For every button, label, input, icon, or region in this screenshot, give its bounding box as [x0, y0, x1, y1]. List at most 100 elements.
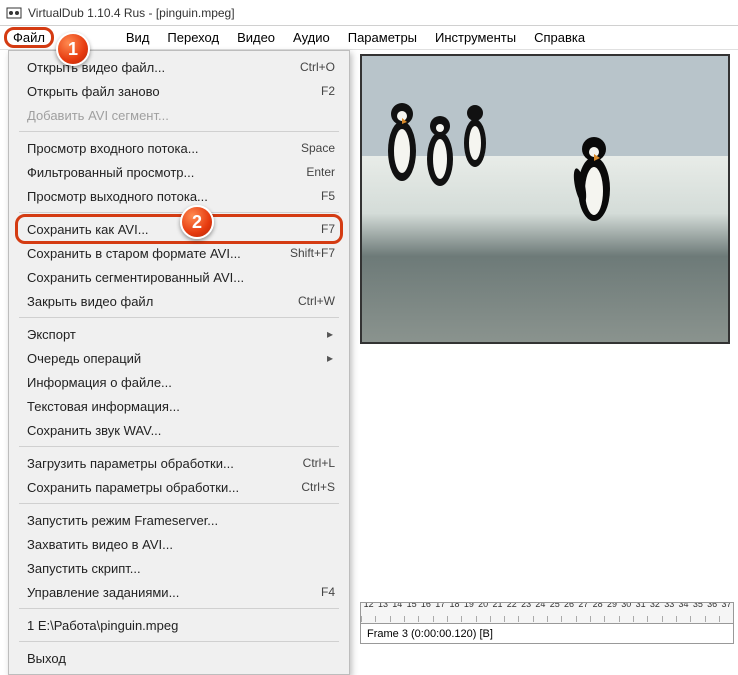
menu-tools[interactable]: Инструменты	[427, 28, 524, 47]
ruler-tick: 21	[490, 616, 504, 622]
ruler-tick: 22	[504, 616, 518, 622]
menu-item-label: Сохранить сегментированный AVI...	[27, 270, 244, 285]
ruler-tick: 20	[476, 616, 490, 622]
menu-file[interactable]: Файл	[4, 27, 54, 48]
video-output-frame	[360, 54, 730, 344]
menu-item[interactable]: Просмотр выходного потока... F5	[9, 184, 349, 208]
menu-item[interactable]: Закрыть видео файл Ctrl+W	[9, 289, 349, 313]
ruler-tick: 34	[676, 616, 690, 622]
ruler-tick: 17	[433, 616, 447, 622]
menu-video[interactable]: Видео	[229, 28, 283, 47]
menu-item-label: Информация о файле...	[27, 375, 172, 390]
menu-item[interactable]: Сохранить звук WAV...	[9, 418, 349, 442]
menu-item-shortcut: F5	[321, 189, 335, 203]
menu-item-shortcut: F7	[321, 222, 335, 236]
menu-item[interactable]: Запустить скрипт...	[9, 556, 349, 580]
menu-item[interactable]: Фильтрованный просмотр... Enter	[9, 160, 349, 184]
menu-item-label: Захватить видео в AVI...	[27, 537, 173, 552]
menu-item-shortcut: F2	[321, 84, 335, 98]
callout-2: 2	[180, 205, 214, 239]
menu-options[interactable]: Параметры	[340, 28, 425, 47]
menu-item-label: Добавить AVI сегмент...	[27, 108, 169, 123]
menu-view[interactable]: Вид	[118, 28, 158, 47]
ruler-tick: 36	[705, 616, 719, 622]
menu-item-label: Запустить режим Frameserver...	[27, 513, 218, 528]
timeline-status: Frame 3 (0:00:00.120) [B]	[360, 624, 734, 644]
ruler-tick: 12	[361, 616, 375, 622]
ruler-tick: 16	[418, 616, 432, 622]
ruler-tick: 32	[647, 616, 661, 622]
ruler-tick: 24	[533, 616, 547, 622]
menu-item-label: Закрыть видео файл	[27, 294, 153, 309]
menu-item-label: Сохранить как AVI...	[27, 222, 149, 237]
ruler-tick: 31	[633, 616, 647, 622]
menu-item[interactable]: Информация о файле...	[9, 370, 349, 394]
menu-item-label: Загрузить параметры обработки...	[27, 456, 234, 471]
menu-item-label: Просмотр выходного потока...	[27, 189, 208, 204]
menu-item-label: Сохранить звук WAV...	[27, 423, 161, 438]
menu-item-label: Сохранить параметры обработки...	[27, 480, 239, 495]
menu-item-label: Открыть файл заново	[27, 84, 160, 99]
menu-item-label: Сохранить в старом формате AVI...	[27, 246, 241, 261]
menu-separator	[19, 212, 339, 213]
menu-help[interactable]: Справка	[526, 28, 593, 47]
ruler-tick: 35	[690, 616, 704, 622]
ruler-tick: 28	[590, 616, 604, 622]
menu-item-label: Просмотр входного потока...	[27, 141, 199, 156]
timeline: 1213141516171819202122232425262728293031…	[360, 602, 734, 644]
menu-item[interactable]: 1 E:\Работа\pinguin.mpeg	[9, 613, 349, 637]
ruler-tick: 33	[662, 616, 676, 622]
callout-1: 1	[56, 32, 90, 66]
menu-item-shortcut: Ctrl+W	[298, 294, 335, 308]
timeline-ruler[interactable]: 1213141516171819202122232425262728293031…	[360, 602, 734, 624]
menu-item[interactable]: Сохранить как AVI... F7	[9, 217, 349, 241]
menu-separator	[19, 131, 339, 132]
menu-item[interactable]: Выход	[9, 646, 349, 670]
menu-item[interactable]: Просмотр входного потока... Space	[9, 136, 349, 160]
ruler-tick: 13	[375, 616, 389, 622]
menu-item-shortcut: Space	[301, 141, 335, 155]
app-icon	[6, 5, 22, 21]
menu-item-label: 1 E:\Работа\pinguin.mpeg	[27, 618, 178, 633]
menu-item-label: Выход	[27, 651, 66, 666]
menu-item[interactable]: Управление заданиями...F4	[9, 580, 349, 604]
menu-item[interactable]: Открыть файл заново F2	[9, 79, 349, 103]
ruler-tick: 23	[518, 616, 532, 622]
menu-item-shortcut: Shift+F7	[290, 246, 335, 260]
menu-item[interactable]: Запустить режим Frameserver...	[9, 508, 349, 532]
content-area: Открыть видео файл... Ctrl+O Открыть файл …	[0, 50, 738, 614]
menu-item-shortcut: Ctrl+L	[303, 456, 335, 470]
menu-item[interactable]: Сохранить в старом формате AVI... Shift+F…	[9, 241, 349, 265]
menu-item-label: Очередь операций	[27, 351, 141, 366]
menu-item-label: Экспорт	[27, 327, 76, 342]
menu-item[interactable]: Очередь операций ▸	[9, 346, 349, 370]
ruler-tick: 15	[404, 616, 418, 622]
menu-separator	[19, 608, 339, 609]
menu-item-shortcut: Ctrl+O	[300, 60, 335, 74]
menu-item[interactable]: Текстовая информация...	[9, 394, 349, 418]
menu-item[interactable]: Сохранить параметры обработки... Ctrl+S	[9, 475, 349, 499]
menu-item[interactable]: Экспорт ▸	[9, 322, 349, 346]
menu-item[interactable]: Загрузить параметры обработки... Ctrl+L	[9, 451, 349, 475]
menu-item[interactable]: Захватить видео в AVI...	[9, 532, 349, 556]
submenu-arrow-icon: ▸	[327, 327, 335, 341]
menu-item-shortcut: Enter	[306, 165, 335, 179]
menu-item-label: Открыть видео файл...	[27, 60, 165, 75]
file-dropdown-menu: Открыть видео файл... Ctrl+O Открыть файл …	[8, 50, 350, 675]
window-title: VirtualDub 1.10.4 Rus - [pinguin.mpeg]	[28, 6, 235, 20]
titlebar: VirtualDub 1.10.4 Rus - [pinguin.mpeg]	[0, 0, 738, 26]
menu-item-label: Фильтрованный просмотр...	[27, 165, 194, 180]
menu-item[interactable]: Сохранить сегментированный AVI...	[9, 265, 349, 289]
menu-item-shortcut: Ctrl+S	[301, 480, 335, 494]
submenu-arrow-icon: ▸	[327, 351, 335, 365]
menu-audio[interactable]: Аудио	[285, 28, 338, 47]
ruler-tick: 14	[390, 616, 404, 622]
ruler-tick: 25	[547, 616, 561, 622]
menu-item-shortcut: F4	[321, 585, 335, 599]
video-preview-area	[360, 54, 734, 344]
menu-separator	[19, 317, 339, 318]
menu-goto[interactable]: Переход	[159, 28, 227, 47]
ruler-tick: 30	[619, 616, 633, 622]
ruler-tick: 26	[561, 616, 575, 622]
ruler-tick: 19	[461, 616, 475, 622]
